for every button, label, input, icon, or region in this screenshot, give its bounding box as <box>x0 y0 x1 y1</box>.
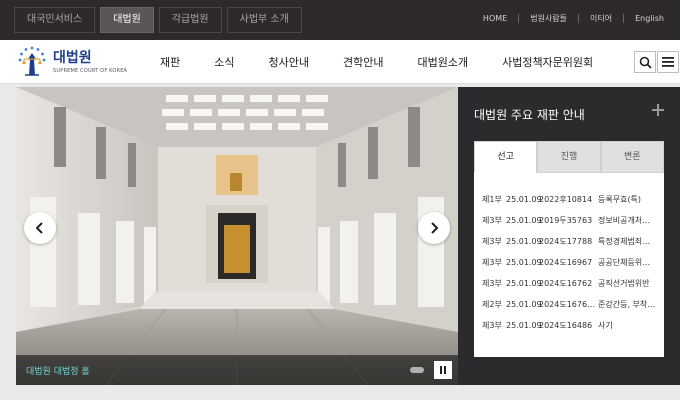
grand-hall-photo <box>16 87 458 385</box>
case-title: 준강간등, 부착… <box>598 300 656 309</box>
english-link[interactable]: English <box>635 14 664 23</box>
site-tab-judiciary-intro[interactable]: 사법부 소개 <box>226 7 302 33</box>
search-button[interactable] <box>634 51 656 73</box>
slider-pause-button[interactable] <box>434 361 452 379</box>
logo-title: 대법원 <box>53 50 92 66</box>
list-item[interactable]: 제2부 25.01.09 2024도1676… 준강간등, 부착… <box>474 294 664 315</box>
slider-prev-button[interactable] <box>24 212 56 244</box>
etier-link[interactable]: 이티어 <box>590 13 612 24</box>
tab-in-progress[interactable]: 진행 <box>537 141 601 173</box>
case-division: 제3부 <box>482 216 502 225</box>
menu-item-court-intro[interactable]: 대법원소개 <box>417 54 468 70</box>
case-number: 2024도16762 <box>539 279 593 288</box>
main-menu: 재판 소식 청사안내 견학안내 대법원소개 사법정책자문위원회 <box>160 40 593 84</box>
case-title: 공직선거법위반 <box>598 279 650 288</box>
case-date: 25.01.09 <box>506 216 542 225</box>
utility-links: HOME 법원사람들 이티어 English <box>483 13 664 24</box>
case-division: 제2부 <box>482 300 502 309</box>
trial-tabs: 선고 진행 변론 <box>474 141 664 173</box>
search-icon <box>639 56 652 69</box>
case-title: 정보비공개처… <box>598 216 651 225</box>
case-date: 25.01.09 <box>506 237 542 246</box>
case-division: 제1부 <box>482 195 502 204</box>
list-item[interactable]: 제3부 25.01.09 2024도17788 특정경제범죄… <box>474 231 664 252</box>
case-list: 제1부 25.01.09 2022후10814 등록무효(특) 제3부 25.0… <box>474 173 664 357</box>
list-item[interactable]: 제1부 25.01.09 2022후10814 등록무효(특) <box>474 189 664 210</box>
major-trials-panel: 대법원 주요 재판 안내 선고 진행 변론 제1부 25.01.09 2022후… <box>458 87 680 385</box>
top-utility-bar: 대국민서비스 대법원 각급법원 사법부 소개 HOME 법원사람들 이티어 En… <box>0 0 680 40</box>
case-title: 사기 <box>598 321 613 330</box>
hero-slider[interactable]: 대법원 대법정 홀 <box>16 87 458 385</box>
pause-icon <box>440 366 442 374</box>
case-title: 특정경제범죄… <box>598 237 651 246</box>
menu-item-trial[interactable]: 재판 <box>160 54 180 70</box>
case-number: 2024도1676… <box>539 300 596 309</box>
slide-caption-bar: 대법원 대법정 홀 <box>16 355 458 385</box>
site-tabs: 대국민서비스 대법원 각급법원 사법부 소개 <box>14 7 302 33</box>
pause-icon <box>444 366 446 374</box>
case-number: 2022후10814 <box>539 195 593 204</box>
case-number: 2019두35763 <box>539 216 593 225</box>
case-division: 제3부 <box>482 279 502 288</box>
case-date: 25.01.09 <box>506 195 542 204</box>
menu-item-tour-guide[interactable]: 견학안내 <box>343 54 383 70</box>
list-item[interactable]: 제3부 25.01.09 2024도16762 공직선거법위반 <box>474 273 664 294</box>
case-title: 공공단체등위… <box>598 258 651 267</box>
case-date: 25.01.09 <box>506 279 542 288</box>
divider <box>578 14 580 23</box>
case-number: 2024도17788 <box>539 237 593 246</box>
court-people-link[interactable]: 법원사람들 <box>530 13 567 24</box>
list-item[interactable]: 제3부 25.01.09 2024도16967 공공단체등위… <box>474 252 664 273</box>
case-number: 2024도16486 <box>539 321 593 330</box>
slide-indicator[interactable] <box>410 367 424 373</box>
tab-hearing[interactable]: 변론 <box>600 141 664 173</box>
chevron-left-icon <box>35 222 43 234</box>
case-title: 등록무효(특) <box>598 195 642 204</box>
divider <box>518 14 520 23</box>
case-division: 제3부 <box>482 237 502 246</box>
slider-next-button[interactable] <box>418 212 450 244</box>
menu-item-news[interactable]: 소식 <box>214 54 234 70</box>
menu-button[interactable] <box>657 51 679 73</box>
menu-item-policy-committee[interactable]: 사법정책자문위원회 <box>502 54 593 70</box>
hamburger-menu-icon <box>662 57 674 67</box>
list-item[interactable]: 제3부 25.01.09 2024도16486 사기 <box>474 315 664 336</box>
slide-caption: 대법원 대법정 홀 <box>26 367 90 377</box>
site-logo[interactable]: 대법원 SUPREME COURT OF KOREA <box>15 45 127 79</box>
case-number: 2024도16967 <box>539 258 593 267</box>
plus-icon[interactable] <box>652 104 664 116</box>
logo-subtitle: SUPREME COURT OF KOREA <box>53 68 128 74</box>
panel-title: 대법원 주요 재판 안내 <box>474 108 585 122</box>
tab-sentence[interactable]: 선고 <box>474 141 538 173</box>
case-date: 25.01.09 <box>506 300 542 309</box>
case-division: 제3부 <box>482 321 502 330</box>
supreme-court-emblem-icon <box>18 46 46 76</box>
main-navigation: 대법원 SUPREME COURT OF KOREA 재판 소식 청사안내 견학… <box>0 40 680 84</box>
case-date: 25.01.09 <box>506 258 542 267</box>
home-link[interactable]: HOME <box>483 14 507 23</box>
divider <box>623 14 625 23</box>
site-tab-supreme-court[interactable]: 대법원 <box>100 7 154 33</box>
case-date: 25.01.09 <box>506 321 542 330</box>
case-division: 제3부 <box>482 258 502 267</box>
site-tab-public-service[interactable]: 대국민서비스 <box>14 7 96 33</box>
site-tab-courts[interactable]: 각급법원 <box>158 7 222 33</box>
list-item[interactable]: 제3부 25.01.09 2019두35763 정보비공개처… <box>474 210 664 231</box>
chevron-right-icon <box>431 222 439 234</box>
menu-item-building-guide[interactable]: 청사안내 <box>269 54 309 70</box>
